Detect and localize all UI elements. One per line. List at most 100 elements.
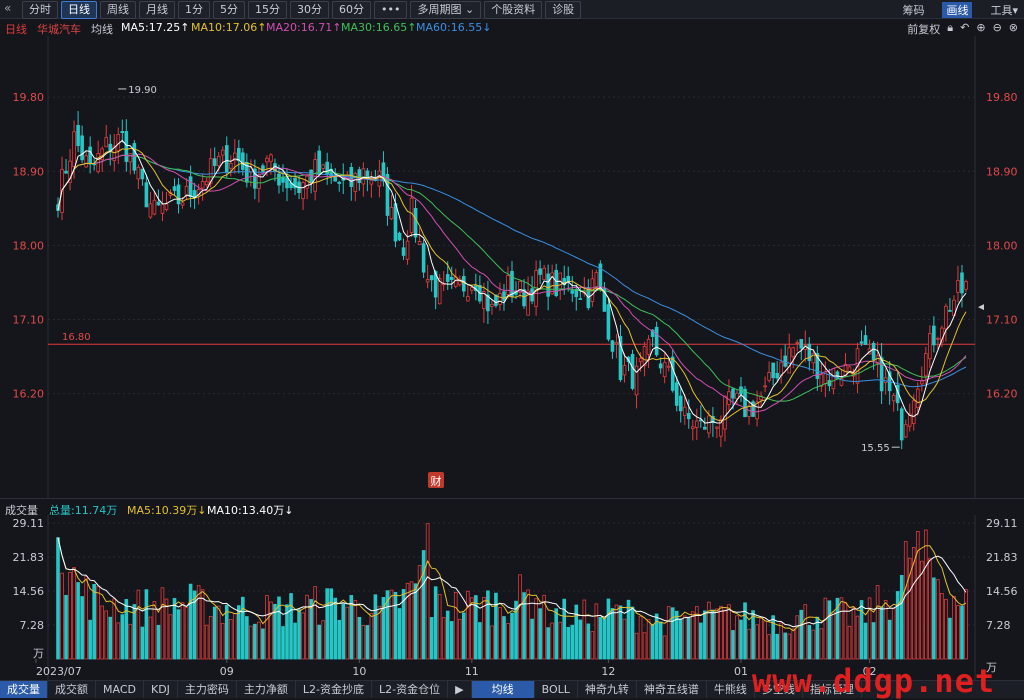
tab-5[interactable]: 5分 [213,1,245,19]
tools-menu-button[interactable]: 工具▾ [990,2,1018,18]
stock-name[interactable]: 华城汽车 [37,21,81,37]
volume-bar-down [212,606,217,660]
volume-bar-up [594,603,599,660]
candle-up [682,406,687,416]
draw-line-button[interactable]: 画线 [942,2,973,18]
indicator-tab-0[interactable]: 成交量 [0,681,48,698]
tab-3[interactable]: 月线 [139,1,175,19]
candle-up [148,203,153,218]
indicator-tab-12[interactable]: 神奇五线谱 [637,681,707,698]
volume-bar-down [289,593,293,660]
candle-down [236,147,241,162]
volume-bar-down [241,596,245,660]
tab-2[interactable]: 周线 [100,1,136,19]
volume-bar-down [124,599,129,660]
indicator-tab-11[interactable]: 神奇九转 [578,681,637,698]
candle-down [445,274,450,282]
indicator-tab-8[interactable]: ▶ [448,681,472,698]
candle-up [136,166,141,180]
tab-10[interactable]: 多周期图 ⌄ [410,1,482,19]
volume-bar-up [891,608,896,660]
candle-up [498,293,502,305]
volume-bar-up [622,618,627,660]
volume-bar-down [658,621,663,660]
indicator-tab-5[interactable]: 主力净额 [237,681,296,698]
candle-down [879,357,884,392]
candle-up [646,338,651,355]
candle-down [80,135,84,161]
adjust-mode-button[interactable]: 前复权 [907,21,940,37]
indicator-tab-13[interactable]: 牛熊线 [707,681,755,698]
candle-down [337,181,342,184]
volume-bar-down [478,622,482,660]
tab-1[interactable]: 日线 [61,1,97,19]
indicator-tab-4[interactable]: 主力密码 [178,681,237,698]
lock-icon[interactable]: 🔒︎ [947,21,953,37]
indicator-tab-3[interactable]: KDJ [144,681,178,698]
candle-up [184,185,189,196]
price-tick-label-right: 18.00 [986,239,1018,252]
indicator-tab-2[interactable]: MACD [96,681,144,698]
ma30-value: MA30:16.65↑ [341,21,417,34]
volume-bar-up [453,591,458,660]
close-icon[interactable]: ⊗ [1009,21,1018,37]
volume-chart[interactable]: 29.11 29.1121.83 21.8314.56 14.567.28 7.28万万… [0,515,1024,680]
volume-bar-down [598,617,603,660]
candle-up [791,347,796,358]
volume-bar-up [803,604,808,660]
zoom-in-icon[interactable]: ⊕ [976,21,985,37]
indicator-tab-10[interactable]: BOLL [535,681,578,698]
volume-bar-down [670,607,675,660]
volume-bar-down [429,617,434,660]
volume-bar-down [449,621,454,660]
ma-toggle[interactable]: 均线 [91,21,113,37]
candle-up [164,203,169,211]
tab-4[interactable]: 1分 [178,1,210,19]
candle-up [84,155,88,168]
volume-bar-up [558,621,563,660]
tab-12[interactable]: 诊股 [545,1,582,19]
zoom-out-icon[interactable]: ⊖ [993,21,1002,37]
indicator-tab-1[interactable]: 成交额 [48,681,96,698]
volume-bar-up [180,602,185,660]
volume-bar-up [719,605,723,660]
candle-up [301,182,305,200]
tab-11[interactable]: 个股资料 [484,1,543,19]
volume-bar-down [546,627,550,660]
volume-bar-up [690,611,695,660]
volume-tick-label-left: 29.11 [13,517,45,530]
candle-up [128,153,133,163]
price-chart[interactable]: 19.80 19.80 18.90 18.90 18.00 18.00 17.10 17.10… [0,36,1024,498]
volume-bar-up [232,613,237,660]
candle-down [510,271,514,297]
tab-0[interactable]: 分时 [22,1,58,19]
volume-bar-down [739,619,743,660]
undo-icon[interactable]: ↶ [960,21,969,37]
candle-up [695,420,699,428]
volume-bar-up [68,571,72,660]
indicator-tab-7[interactable]: L2-资金仓位 [372,681,449,698]
indicator-tab-9[interactable]: 均线 [471,681,535,698]
candle-up [911,400,916,424]
candle-up [425,279,430,283]
candle-up [666,365,671,368]
watermark-text: www.ddgp.net [752,662,996,700]
candle-down [731,388,735,399]
indicator-tab-6[interactable]: L2-资金抄底 [296,681,373,698]
volume-bar-up [634,632,639,660]
candle-down [281,176,285,183]
volume-bar-down [140,626,145,660]
back-icon[interactable]: « [4,1,11,15]
volume-bar-up [952,595,956,660]
volume-bar-down [510,612,514,660]
tab-7[interactable]: 30分 [290,1,329,19]
volume-bar-up [526,589,530,660]
tab-6[interactable]: 15分 [248,1,287,19]
candle-up [638,358,643,363]
tab-8[interactable]: 60分 [332,1,371,19]
volume-bar-up [779,622,783,660]
candle-down [140,168,145,180]
tab-9[interactable]: ••• [374,1,408,19]
chip-button[interactable]: 筹码 [902,2,924,18]
volume-bar-down [433,586,438,660]
